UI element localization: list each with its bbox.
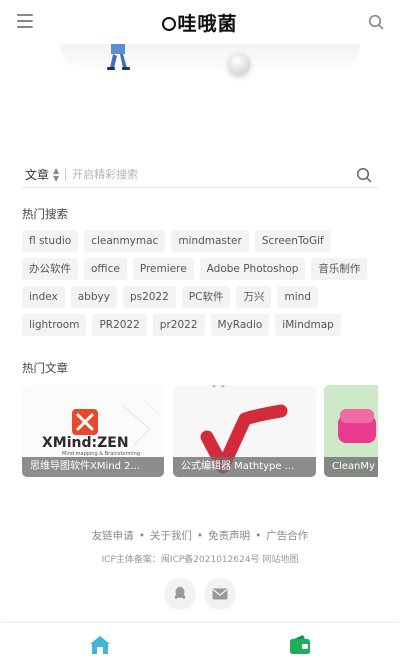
hot-tag[interactable]: lightroom: [22, 314, 87, 336]
menu-icon[interactable]: [17, 14, 33, 28]
icp-record[interactable]: ICP主体备案：闽ICP备2021012624号 网站地图: [0, 552, 400, 565]
search-divider: [65, 168, 67, 181]
sort-arrows-icon: ▲ ▼: [53, 165, 60, 183]
xmind-wordmark: XMind:ZEN: [42, 435, 129, 451]
bottom-tab-bar: [0, 622, 400, 666]
hot-tag[interactable]: PR2022: [92, 314, 147, 336]
hero-ball: [228, 53, 250, 75]
hot-tag[interactable]: ps2022: [122, 286, 176, 308]
hot-tag[interactable]: 办公软件: [22, 258, 78, 280]
qq-icon[interactable]: [164, 578, 196, 610]
hot-tag[interactable]: index: [22, 286, 65, 308]
search-icon[interactable]: [368, 14, 384, 30]
hero-banner: [0, 44, 400, 134]
article-caption: 公式编辑器 Mathtype ...: [173, 457, 316, 477]
hot-tag[interactable]: 音乐制作: [311, 258, 368, 280]
article-card-mathtype[interactable]: 公式编辑器 Mathtype ...: [173, 385, 316, 477]
hot-tag[interactable]: iMindmap: [275, 314, 341, 336]
search-type-label: 文章: [25, 168, 50, 182]
search-bar: 文章 ▲ ▼: [22, 162, 378, 188]
search-type-select[interactable]: 文章 ▲ ▼: [22, 166, 59, 183]
wallet-icon[interactable]: [288, 633, 312, 657]
hot-tag[interactable]: mind: [277, 286, 318, 308]
dot-separator: •: [255, 530, 262, 542]
article-caption: 思维导图软件XMind 2...: [22, 457, 164, 477]
dot-separator: •: [138, 530, 145, 542]
logo-mark: [162, 16, 177, 31]
footer-links: 友链申请 • 关于我们 • 免责声明 • 广告合作: [0, 528, 400, 543]
hot-search-tags: fl studio cleanmymac mindmaster ScreenTo…: [22, 230, 382, 336]
person-illustration: [107, 44, 130, 70]
hot-articles-carousel: XMind:ZEN Mind mapping & Brainstorming 思…: [22, 385, 378, 477]
hot-tag[interactable]: office: [84, 258, 127, 280]
footer-link-disclaimer[interactable]: 免责声明: [208, 530, 250, 542]
logo-text: 哇哦菌: [177, 12, 238, 35]
search-submit-icon[interactable]: [356, 167, 372, 183]
search-input[interactable]: [72, 168, 356, 181]
footer-link-friendlink[interactable]: 友链申请: [92, 530, 134, 542]
hot-tag[interactable]: MyRadio: [210, 314, 270, 336]
article-card-cleanmymac[interactable]: CleanMy: [324, 385, 378, 477]
hot-tag[interactable]: mindmaster: [171, 230, 249, 252]
hot-tag[interactable]: fl studio: [22, 230, 79, 252]
home-icon[interactable]: [88, 633, 112, 657]
hot-tag[interactable]: Adobe Photoshop: [199, 258, 306, 280]
hot-articles-title: 热门文章: [22, 361, 68, 375]
site-logo[interactable]: 哇哦菌: [162, 9, 237, 36]
hot-tag[interactable]: 万兴: [236, 286, 272, 308]
hot-search-title: 热门搜索: [22, 207, 68, 221]
dot-separator: •: [196, 530, 204, 542]
article-card-xmind[interactable]: XMind:ZEN Mind mapping & Brainstorming 思…: [22, 385, 164, 477]
mail-icon[interactable]: [204, 578, 236, 610]
hot-tag[interactable]: Premiere: [132, 258, 194, 280]
footer-link-about[interactable]: 关于我们: [150, 530, 192, 542]
article-caption: CleanMy: [324, 457, 378, 477]
hot-tag[interactable]: PC软件: [181, 286, 231, 308]
hot-tag[interactable]: pr2022: [152, 314, 205, 336]
hot-tag[interactable]: ScreenToGif: [254, 230, 331, 252]
hot-tag[interactable]: cleanmymac: [84, 230, 166, 252]
top-bar: 哇哦菌: [0, 0, 400, 44]
hero-shade: [60, 44, 360, 74]
footer-link-ads[interactable]: 广告合作: [266, 530, 308, 542]
hot-tag[interactable]: abbyy: [70, 286, 117, 308]
